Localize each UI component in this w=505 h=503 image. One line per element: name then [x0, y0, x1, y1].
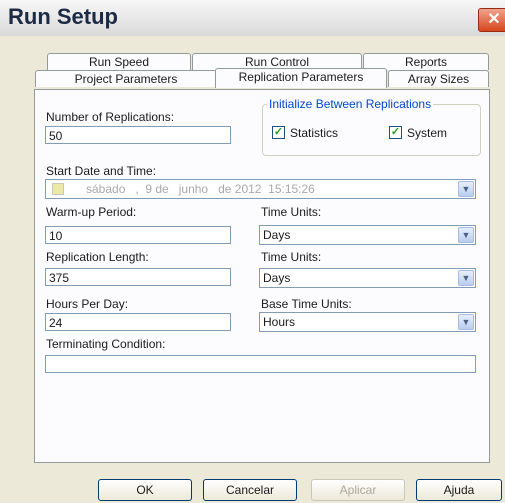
start-date-value: sábado , 9 de junho de 2012 15:15:26 — [86, 182, 315, 196]
replications-label: Number of Replications: — [46, 110, 175, 124]
chevron-down-icon[interactable]: ▼ — [458, 270, 474, 286]
replication-units-label: Time Units: — [261, 250, 322, 264]
start-date-enable-checkbox[interactable] — [52, 183, 64, 195]
chevron-down-icon[interactable]: ▼ — [458, 227, 474, 243]
warmup-units-label: Time Units: — [261, 205, 322, 219]
statistics-checkbox[interactable]: ✓ — [272, 126, 285, 139]
checkmark-icon: ✓ — [390, 126, 401, 138]
replication-units-select[interactable]: Days ▼ — [259, 268, 476, 288]
base-units-select[interactable]: Hours ▼ — [259, 312, 476, 332]
chevron-down-icon[interactable]: ▼ — [458, 181, 474, 197]
initialize-group-label: Initialize Between Replications — [267, 97, 434, 111]
replications-input[interactable]: 50 — [45, 126, 231, 144]
replication-length-label: Replication Length: — [46, 250, 149, 264]
base-units-label: Base Time Units: — [261, 297, 352, 311]
run-setup-dialog: Run Setup ✕ Run Speed Run Control Report… — [0, 0, 505, 503]
warmup-units-select[interactable]: Days ▼ — [259, 225, 476, 245]
statistics-label: Statistics — [290, 126, 339, 140]
chevron-down-icon[interactable]: ▼ — [458, 314, 474, 330]
terminating-condition-input[interactable] — [45, 355, 476, 373]
system-label: System — [407, 126, 448, 140]
hours-per-day-input[interactable]: 24 — [45, 313, 231, 331]
warmup-input[interactable]: 10 — [45, 226, 231, 244]
hours-per-day-label: Hours Per Day: — [46, 297, 129, 311]
replication-length-input[interactable]: 375 — [45, 268, 231, 286]
system-checkbox[interactable]: ✓ — [389, 126, 402, 139]
warmup-label: Warm-up Period: — [46, 205, 137, 219]
checkmark-icon: ✓ — [273, 126, 284, 138]
terminating-condition-label: Terminating Condition: — [46, 337, 166, 351]
base-units-value: Hours — [263, 315, 296, 329]
start-date-picker[interactable]: sábado , 9 de junho de 2012 15:15:26 ▼ — [45, 179, 476, 199]
warmup-units-value: Days — [263, 228, 291, 242]
replication-units-value: Days — [263, 271, 291, 285]
start-date-label: Start Date and Time: — [46, 164, 157, 178]
